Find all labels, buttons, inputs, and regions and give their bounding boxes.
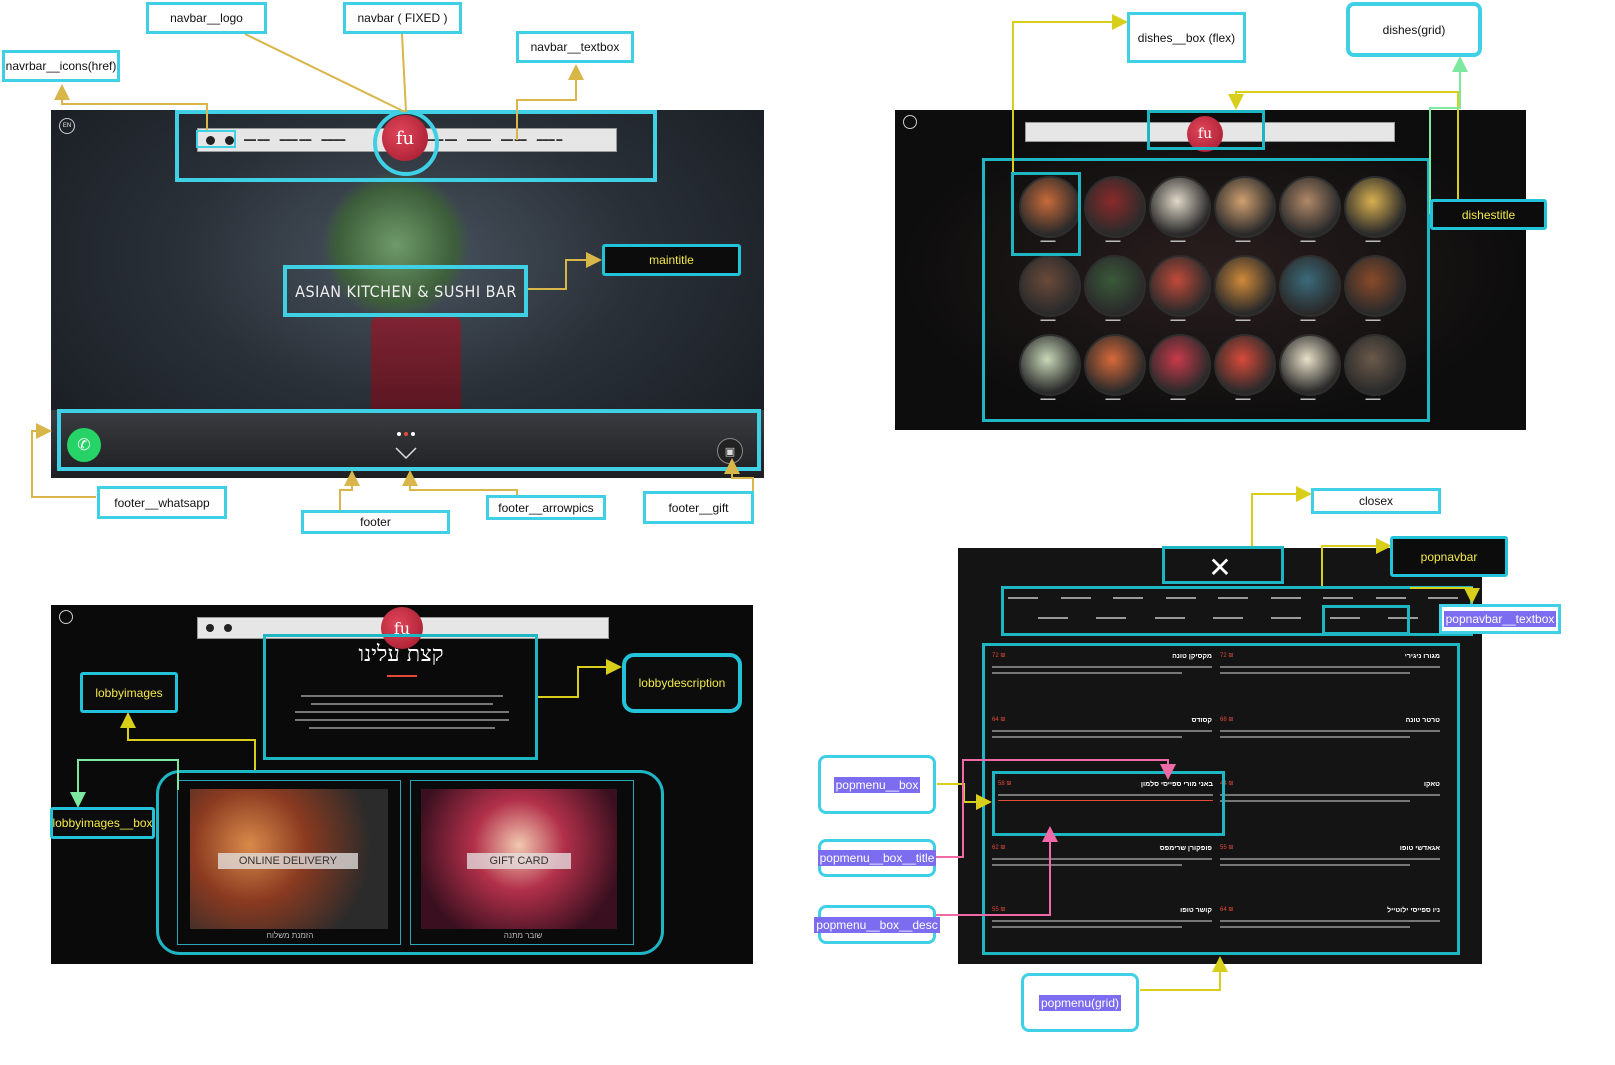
lobbydescription-highlight: [263, 634, 538, 760]
label-popnavbar: popnavbar: [1390, 536, 1508, 577]
label-dishes-box: dishes__box (flex): [1127, 12, 1246, 63]
lang-badge[interactable]: EN: [59, 118, 75, 134]
label-lobbyimages: lobbyimages: [80, 672, 178, 713]
label-lobbyimages-box: lobbyimages__box: [50, 807, 155, 839]
dishes-box-highlight: [1011, 172, 1081, 256]
popmenu-box-highlight: [992, 771, 1225, 836]
lobbyimages-box-highlight: [156, 770, 664, 955]
label-footer-arrowpics: footer__arrowpics: [486, 495, 606, 520]
lang-badge[interactable]: [59, 610, 73, 624]
label-navbar-icons: navrbar__icons(href): [2, 50, 120, 82]
label-footer-whatsapp: footer__whatsapp: [97, 486, 227, 519]
dishes-navbar-highlight: [1147, 110, 1265, 150]
logo-highlight: [373, 110, 439, 176]
label-footer: footer: [301, 510, 450, 534]
label-navbar-textbox: navbar__textbox: [516, 31, 634, 63]
label-popmenu-box-title: popmenu__box__title: [817, 839, 937, 877]
label-closex: closex: [1311, 488, 1441, 514]
label-dishestitle: dishestitle: [1430, 199, 1547, 230]
lang-badge[interactable]: [903, 115, 917, 129]
popnavbar-textbox-highlight: [1322, 605, 1410, 635]
label-footer-gift: footer__gift: [643, 491, 754, 524]
tripadvisor-icon[interactable]: [224, 624, 232, 632]
label-navbar-fixed: navbar ( FIXED ): [343, 2, 462, 34]
label-popmenu-box: popmenu__box: [818, 755, 936, 814]
icons-highlight: [196, 130, 236, 148]
label-popnavbar-textbox: popnavbar__textbox: [1439, 604, 1561, 634]
facebook-icon[interactable]: [206, 624, 214, 632]
label-popmenu-box-desc: popmenu__box__desc: [814, 905, 940, 944]
label-navbar-logo: navbar__logo: [146, 2, 267, 34]
footer-highlight: [57, 409, 761, 471]
closex-highlight: [1162, 546, 1284, 584]
label-popmenu-grid: popmenu(grid): [1021, 973, 1139, 1032]
label-lobbydescription: lobbydescription: [622, 653, 742, 713]
maintitle-highlight: [283, 265, 528, 317]
label-dishes-grid: dishes(grid): [1346, 2, 1482, 57]
label-maintitle: maintitle: [602, 244, 741, 276]
